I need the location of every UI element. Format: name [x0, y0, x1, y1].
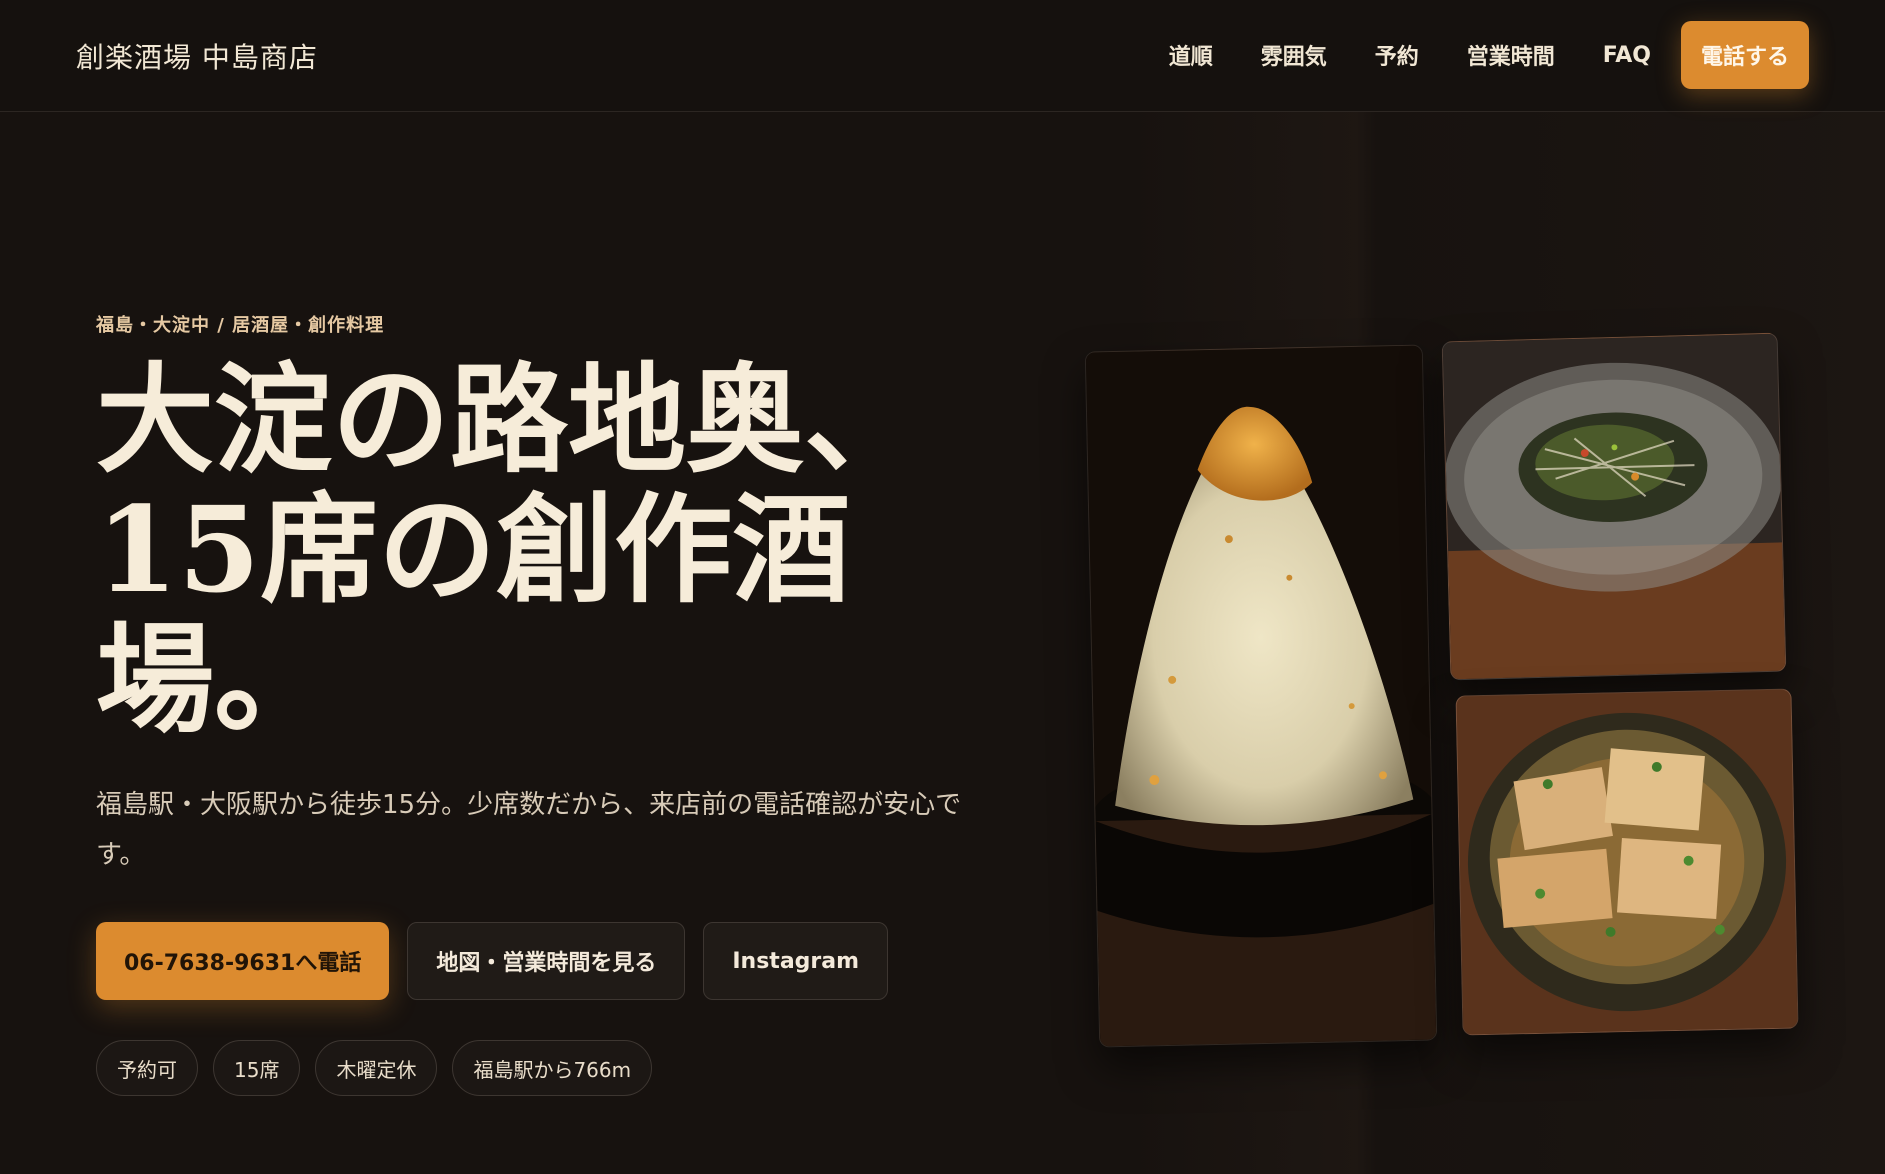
tag-distance: 福島駅から766m: [452, 1040, 653, 1096]
nav-link-directions[interactable]: 道順: [1169, 39, 1213, 71]
info-tags: 予約可 15席 木曜定休 福島駅から766m: [96, 1040, 667, 1096]
instagram-button[interactable]: Instagram: [703, 922, 889, 1000]
nav-link-hours[interactable]: 営業時間: [1467, 39, 1555, 71]
headline-line-1: 大淀の路地奥、: [96, 350, 923, 489]
tofu-dish-photo: [1455, 688, 1799, 1036]
tag-seats: 15席: [213, 1040, 301, 1096]
headline-line-3: 場。: [96, 610, 333, 749]
headline-line-2: 15席の創作酒: [96, 480, 851, 619]
hero-eyebrow: 福島・大淀中 / 居酒屋・創作料理: [96, 315, 385, 336]
call-phone-button[interactable]: 06-7638-9631へ電話: [96, 922, 390, 1000]
nav-link-atmosphere[interactable]: 雰囲気: [1261, 39, 1327, 71]
site-header: 創楽酒場 中島商店 道順 雰囲気 予約 営業時間 FAQ 電話する: [0, 0, 1885, 112]
header-call-button[interactable]: 電話する: [1680, 21, 1809, 89]
main-nav: 道順 雰囲気 予約 営業時間 FAQ 電話する: [1121, 21, 1809, 89]
nav-link-reservation[interactable]: 予約: [1375, 39, 1419, 71]
cta-row: 06-7638-9631へ電話 地図・営業時間を見る Instagram: [96, 922, 906, 1000]
potato-salad-photo: [1084, 344, 1438, 1048]
salad-plate-photo: [1441, 332, 1787, 681]
tag-closed-day: 木曜定休: [315, 1040, 438, 1096]
map-hours-button[interactable]: 地図・営業時間を見る: [407, 922, 686, 1000]
brand-logo[interactable]: 創楽酒場 中島商店: [76, 36, 318, 76]
hero-lead: 福島駅・大阪駅から徒歩15分。少席数だから、来店前の電話確認が安心です。: [96, 790, 962, 870]
hero-headline: 大淀の路地奥、 15席の創作酒 場。: [96, 350, 923, 749]
tag-reservation: 予約可: [96, 1040, 198, 1096]
nav-link-faq[interactable]: FAQ: [1603, 43, 1651, 68]
